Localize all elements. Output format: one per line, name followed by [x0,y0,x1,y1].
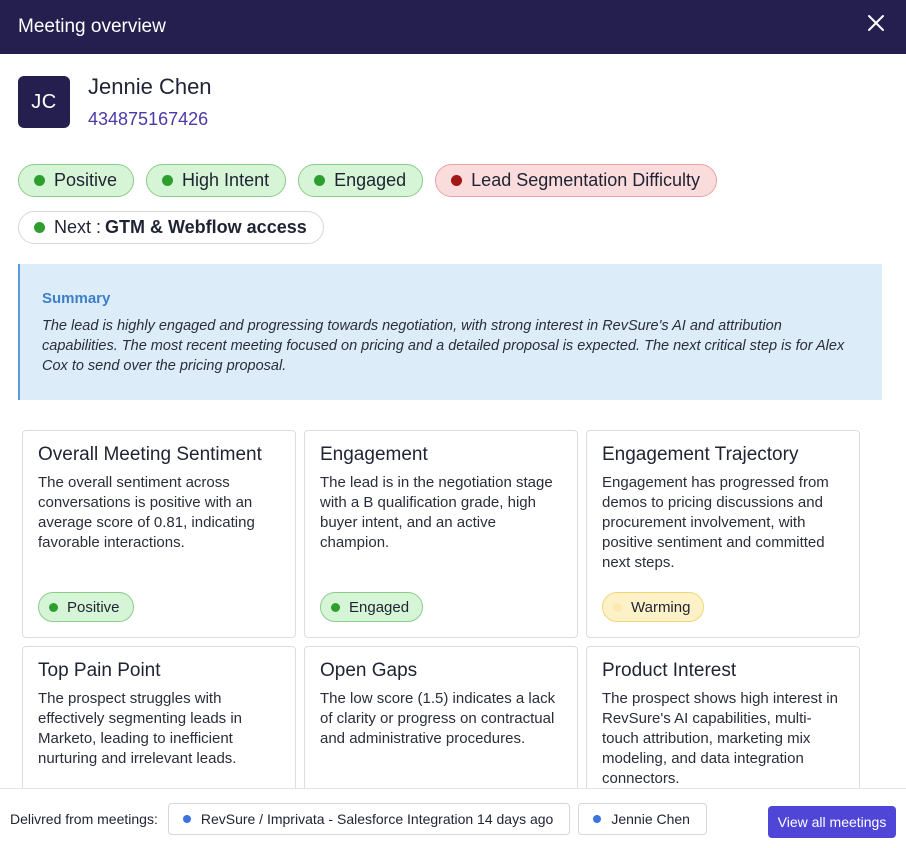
card-open-gaps: Open Gaps The low score (1.5) indicates … [304,646,578,788]
tag-label: Positive [54,170,118,190]
modal-title: Meeting overview [18,16,166,37]
tag-label: Engaged [334,170,407,190]
summary-panel: Summary The lead is highly engaged and p… [18,264,882,400]
meeting-chip[interactable]: RevSure / Imprivata - Salesforce Integra… [167,802,571,835]
lead-id: 434875167426 [88,109,209,129]
card-product-interest: Product Interest The prospect shows high… [586,646,860,788]
modal-header: Meeting overview [0,0,906,54]
lead-name: Jennie Chen [88,74,212,99]
card-text: The lead is in the negotiation stage wit… [320,474,553,551]
status-dot [314,175,326,186]
next-step-value: GTM & Webflow access [105,217,307,237]
status-badge: Positive [38,592,134,622]
meeting-chip-label: Jennie Chen [611,810,690,827]
meeting-dot [182,814,191,823]
view-all-meetings-button[interactable]: View all meetings [768,806,896,838]
insight-cards: Overall Meeting Sentiment The overall se… [22,430,862,788]
status-dot [613,602,622,612]
card-overall-meeting-sentiment: Overall Meeting Sentiment The overall se… [22,430,296,638]
badge-label: Engaged [349,598,410,616]
card-title: Top Pain Point [38,660,161,681]
status-badge: Warming [602,592,705,622]
card-text: The prospect shows high interest in RevS… [602,690,838,787]
card-engagement: Engagement The lead is in the negotiatio… [304,430,578,638]
meeting-chip-label: RevSure / Imprivata - Salesforce Integra… [200,810,554,827]
status-dot [451,175,463,186]
summary-title: Summary [42,290,111,307]
badge-label: Warming [631,598,691,616]
card-title: Product Interest [602,660,737,681]
next-step-tag: Next : GTM & Webflow access [18,211,324,244]
close-button[interactable] [866,13,886,33]
tag-engaged: Engaged [298,164,424,197]
avatar: JC [18,76,70,128]
status-dot [162,175,174,186]
close-icon [868,15,884,31]
summary-text: The lead is highly engaged and progressi… [42,318,845,374]
card-title: Open Gaps [320,660,418,681]
tag-list: Positive High Intent Engaged Lead Segmen… [18,164,888,244]
badge-label: Positive [67,598,120,616]
card-text: The low score (1.5) indicates a lack of … [320,690,556,747]
card-engagement-trajectory: Engagement Trajectory Engagement has pro… [586,430,860,638]
card-title: Engagement [320,444,428,465]
card-title: Overall Meeting Sentiment [38,444,262,465]
card-text: Engagement has progressed from demos to … [602,474,829,571]
tag-high-intent: High Intent [146,164,287,197]
status-dot [34,175,45,186]
tag-lead-segmentation-difficulty: Lead Segmentation Difficulty [435,164,717,197]
meeting-chip[interactable]: Jennie Chen [578,802,707,835]
modal-body[interactable]: JC Jennie Chen 434875167426 Positive Hig… [0,54,906,788]
footer-label: Delivred from meetings: [10,810,158,827]
modal-footer: Delivred from meetings: RevSure / Impriv… [0,788,906,848]
status-dot [331,602,340,612]
card-top-pain-point: Top Pain Point The prospect struggles wi… [22,646,296,788]
next-step-prefix: Next : [54,217,102,237]
tag-positive: Positive [18,164,135,197]
tag-label: Lead Segmentation Difficulty [471,170,700,190]
card-text: The prospect struggles with effectively … [38,690,243,767]
card-title: Engagement Trajectory [602,444,799,465]
meeting-dot [593,814,602,823]
card-text: The overall sentiment across conversatio… [38,474,255,551]
status-dot [49,602,58,612]
status-badge: Engaged [320,592,424,622]
status-dot [34,222,45,233]
tag-label: High Intent [182,170,270,190]
